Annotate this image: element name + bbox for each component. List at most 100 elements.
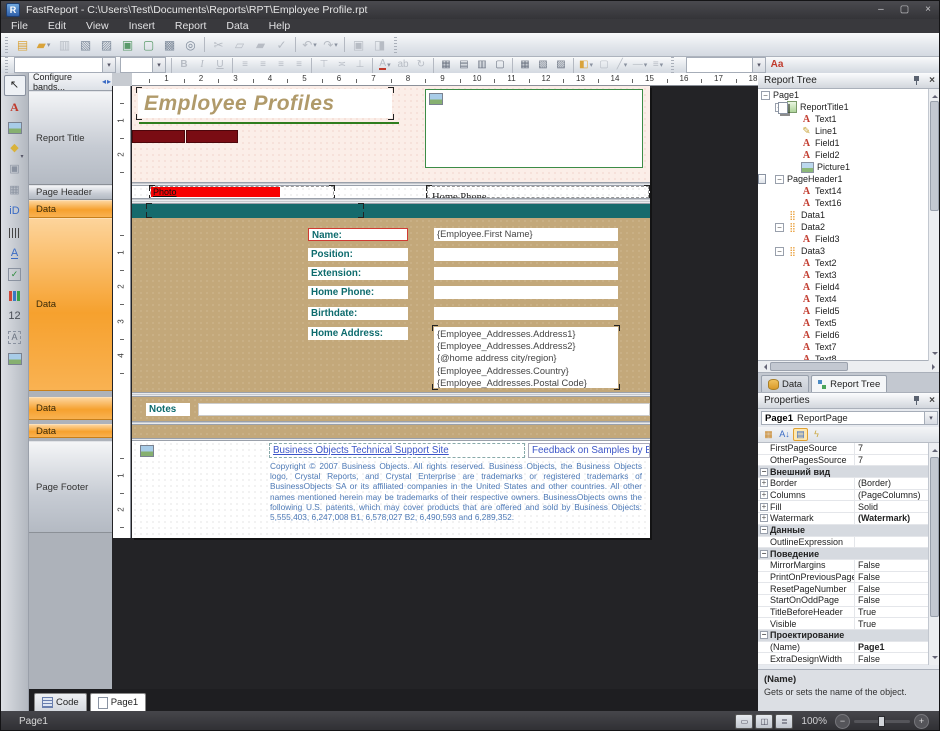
find-button[interactable]: ◎ (181, 35, 200, 54)
tab-code[interactable]: Code (34, 693, 87, 711)
report-title-band[interactable]: Employee Profiles (132, 86, 650, 182)
configure-button[interactable]: ▩ (160, 35, 179, 54)
tree-item-text16[interactable]: AText16 (758, 197, 940, 209)
object-selector[interactable]: Page1 ReportPage ▾ (761, 411, 938, 425)
new-page-button[interactable]: ▣ (118, 35, 137, 54)
tree-item-text3[interactable]: AText3 (758, 269, 940, 281)
tree-item-data2[interactable]: −⣿Data2 (758, 221, 940, 233)
property-category[interactable]: −Поведение (758, 548, 940, 560)
redo-button[interactable]: ↷▾ (321, 35, 340, 54)
tab-report-tree[interactable]: Report Tree (811, 375, 887, 392)
field-label-extension[interactable]: Extension: (308, 267, 408, 280)
property-startonoddpage[interactable]: StartOnOddPageFalse (758, 595, 940, 607)
border-inside-button[interactable]: ▤ (456, 58, 472, 72)
properties-view-button[interactable]: ▤ (793, 428, 808, 441)
checkbox-tool[interactable]: ✓ (4, 264, 26, 285)
properties-vertical-scrollbar[interactable] (928, 443, 940, 665)
picture1-box[interactable] (425, 89, 643, 168)
tab-page1[interactable]: Page1 (90, 693, 146, 711)
expand-icon[interactable]: + (760, 491, 768, 499)
menu-insert[interactable]: Insert (119, 20, 165, 32)
page-footer-band[interactable]: Business Objects Technical Support Site … (132, 441, 650, 538)
scroll-down-icon[interactable] (932, 352, 938, 358)
property-otherpagessource[interactable]: OtherPagesSource7 (758, 455, 940, 467)
save-report-button[interactable]: ▥ (55, 35, 74, 54)
collapse-icon[interactable]: − (775, 175, 784, 184)
tree-item-data1[interactable]: ⣿Data1 (758, 209, 940, 221)
chevron-down-icon[interactable]: ▾ (624, 61, 628, 69)
tree-item-text14[interactable]: AText14 (758, 185, 940, 197)
tree-item-field3[interactable]: AField3 (758, 233, 940, 245)
zoom-slider-thumb[interactable] (878, 716, 885, 727)
menu-file[interactable]: File (1, 20, 38, 32)
tree-item-field5[interactable]: AField5 (758, 305, 940, 317)
highlight-button[interactable]: ab (395, 58, 411, 72)
properties-header[interactable]: Properties × (758, 393, 940, 409)
collapse-icon[interactable]: − (760, 526, 768, 534)
categorized-view-button[interactable]: ▦ (761, 428, 776, 441)
tree-item-picture1[interactable]: Picture1 (758, 161, 940, 173)
chevron-down-icon[interactable]: ▾ (152, 58, 165, 72)
collapse-icon[interactable]: − (775, 247, 784, 256)
expand-icon[interactable]: + (760, 479, 768, 487)
notes-field[interactable] (198, 403, 650, 416)
shapes-tool[interactable]: ◆▾ (4, 138, 26, 159)
open-report-button[interactable]: ▰▾ (34, 35, 53, 54)
chevron-down-icon[interactable]: ▾ (334, 41, 338, 49)
band-data[interactable]: Data (29, 397, 112, 420)
chevron-down-icon[interactable]: ▾ (589, 61, 593, 69)
property-grid[interactable]: FirstPageSource7OtherPagesSource7−Внешни… (758, 443, 940, 665)
expand-icon[interactable]: + (760, 514, 768, 522)
band-data[interactable]: Data (29, 424, 112, 438)
field-label-position[interactable]: Position: (308, 248, 408, 261)
tree-item-data3[interactable]: −⣿Data3 (758, 245, 940, 257)
tree-item-field4[interactable]: AField4 (758, 281, 940, 293)
title-underline-line[interactable] (139, 122, 399, 124)
toolbar-handle[interactable] (394, 37, 397, 53)
field-label-homeaddress[interactable]: Home Address: (308, 327, 408, 340)
tree-item-text8[interactable]: AText8 (758, 353, 940, 361)
select-tool[interactable]: ↖ (4, 75, 26, 96)
expand-icon[interactable]: + (760, 503, 768, 511)
field-value[interactable] (434, 267, 618, 280)
minimize-button[interactable]: – (878, 2, 884, 18)
align-right-button[interactable]: ≡ (273, 58, 289, 72)
line-style-button[interactable]: —▾ (632, 58, 648, 72)
field-value[interactable]: {Employee.First Name} (434, 228, 618, 241)
tree-item-pageheader1[interactable]: −PageHeader1 (758, 173, 940, 185)
page-header-band[interactable]: Photo Home Phone (132, 186, 650, 198)
field1-box[interactable] (132, 130, 185, 143)
scroll-thumb[interactable] (930, 101, 939, 211)
align-left-button[interactable]: ≡ (237, 58, 253, 72)
property-category[interactable]: −Проектирование (758, 630, 940, 642)
toolbar-handle[interactable] (671, 57, 674, 73)
report-tree-header[interactable]: Report Tree × (758, 73, 940, 89)
design-canvas[interactable]: 123456789101112131415161718 12123412 Emp… (112, 73, 758, 689)
notes-label[interactable]: Notes (146, 403, 190, 416)
home-address-field[interactable]: {Employee_Addresses.Address1}{Employee_A… (434, 327, 618, 388)
field-value[interactable] (434, 248, 618, 261)
menu-data[interactable]: Data (216, 20, 258, 32)
chevron-down-icon[interactable]: ▾ (752, 58, 765, 72)
footer-picture-icon[interactable] (140, 445, 154, 457)
field-label-birthdate[interactable]: Birthdate: (308, 307, 408, 320)
field-label-name[interactable]: Name: (308, 228, 408, 241)
zoom-out-button[interactable]: − (835, 714, 850, 729)
style-combo[interactable]: ▾ (686, 57, 766, 73)
band-report-title[interactable]: Report Title (29, 91, 112, 185)
toolbar-handle[interactable] (5, 57, 8, 73)
events-view-button[interactable]: ϟ (809, 428, 824, 441)
property-resetpagenumber[interactable]: ResetPageNumberFalse (758, 583, 940, 595)
tree-vertical-scrollbar[interactable] (928, 89, 940, 361)
property-name[interactable]: (Name)Page1 (758, 642, 940, 654)
tree-item-text5[interactable]: AText5 (758, 317, 940, 329)
richtext-tool[interactable]: A (4, 243, 26, 264)
chevron-down-icon[interactable]: ▾ (660, 61, 664, 69)
tab-data[interactable]: Data (761, 375, 809, 392)
report-page[interactable]: Employee Profiles Photo Home Phone (132, 86, 650, 538)
pin-icon[interactable] (913, 76, 920, 86)
chevron-down-icon[interactable]: ▾ (924, 412, 937, 424)
toolbar-handle[interactable] (5, 37, 8, 53)
data3-band[interactable]: Name: {Employee.First Name} Position: Exten… (132, 218, 650, 392)
border-top-button[interactable]: ▦ (517, 58, 533, 72)
